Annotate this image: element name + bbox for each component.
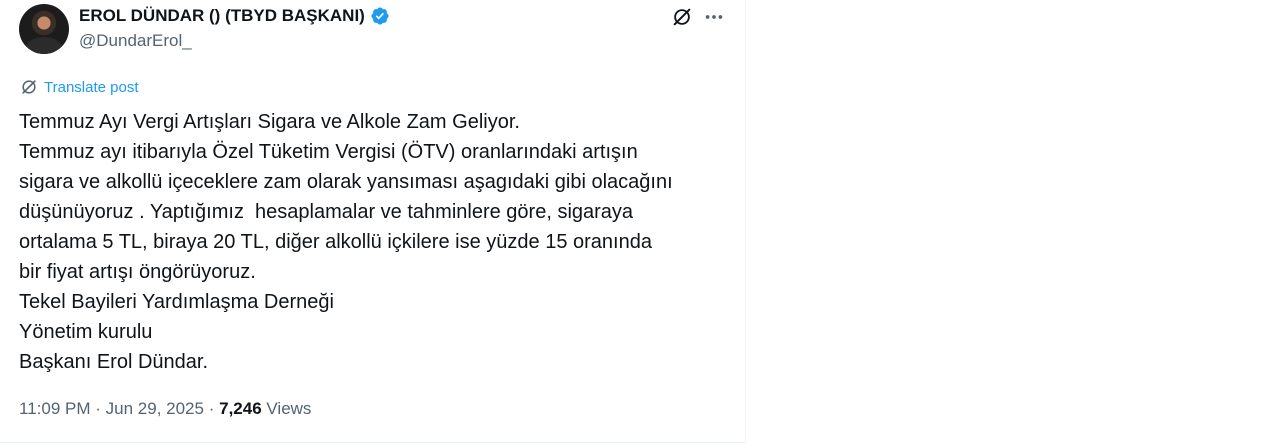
post-body-line: Tekel Bayileri Yardımlaşma Derneği (19, 291, 334, 313)
meta-separator: · (208, 399, 215, 418)
views-count[interactable]: 7,246 (219, 399, 262, 418)
grok-icon[interactable] (671, 6, 693, 28)
post-time[interactable]: 11:09 PM (19, 399, 91, 418)
author-handle[interactable]: @DundarErol_ (79, 31, 192, 51)
meta-separator: · (95, 399, 101, 418)
verified-badge-icon (371, 7, 389, 25)
post-body-line: Başkanı Erol Dündar. (19, 351, 208, 373)
translate-icon (22, 80, 36, 94)
post-meta: 11:09 PM · Jun 29, 2025 · 7,246 Views (19, 399, 311, 419)
post-body-line: düşünüyoruz . Yaptığımız hesaplamalar ve… (19, 201, 634, 223)
more-icon[interactable] (703, 6, 725, 28)
post-body-line: Yönetim kurulu (19, 321, 153, 343)
post-card: EROL DÜNDAR () (TBYD BAŞKANI) @DundarEro… (0, 0, 746, 444)
avatar[interactable] (19, 4, 69, 54)
views-label: Views (266, 399, 312, 418)
translate-post-link[interactable]: Translate post (19, 77, 139, 97)
author-display-name-row[interactable]: EROL DÜNDAR () (TBYD BAŞKANI) (79, 6, 390, 26)
divider (0, 442, 746, 443)
translate-post-label[interactable]: Translate post (44, 79, 139, 96)
post-body-line: ortalama 5 TL, biraya 20 TL, diğer alkol… (19, 231, 652, 253)
post-body-line: Temmuz Ayı Vergi Artışları Sigara ve Alk… (19, 111, 520, 133)
post-body-line: bir fiyat artışı öngörüyoruz. (19, 261, 256, 283)
post-date[interactable]: Jun 29, 2025 (106, 399, 204, 418)
post-body-line: sigara ve alkollü içeceklere zam olarak … (19, 171, 673, 193)
avatar-shoulders (25, 37, 63, 54)
post-body: Temmuz Ayı Vergi Artışları Sigara ve Alk… (19, 107, 735, 377)
author-display-name[interactable]: EROL DÜNDAR () (TBYD BAŞKANI) (79, 6, 365, 26)
post-body-line: Temmuz ayı itibarıyla Özel Tüketim Vergi… (19, 141, 638, 163)
